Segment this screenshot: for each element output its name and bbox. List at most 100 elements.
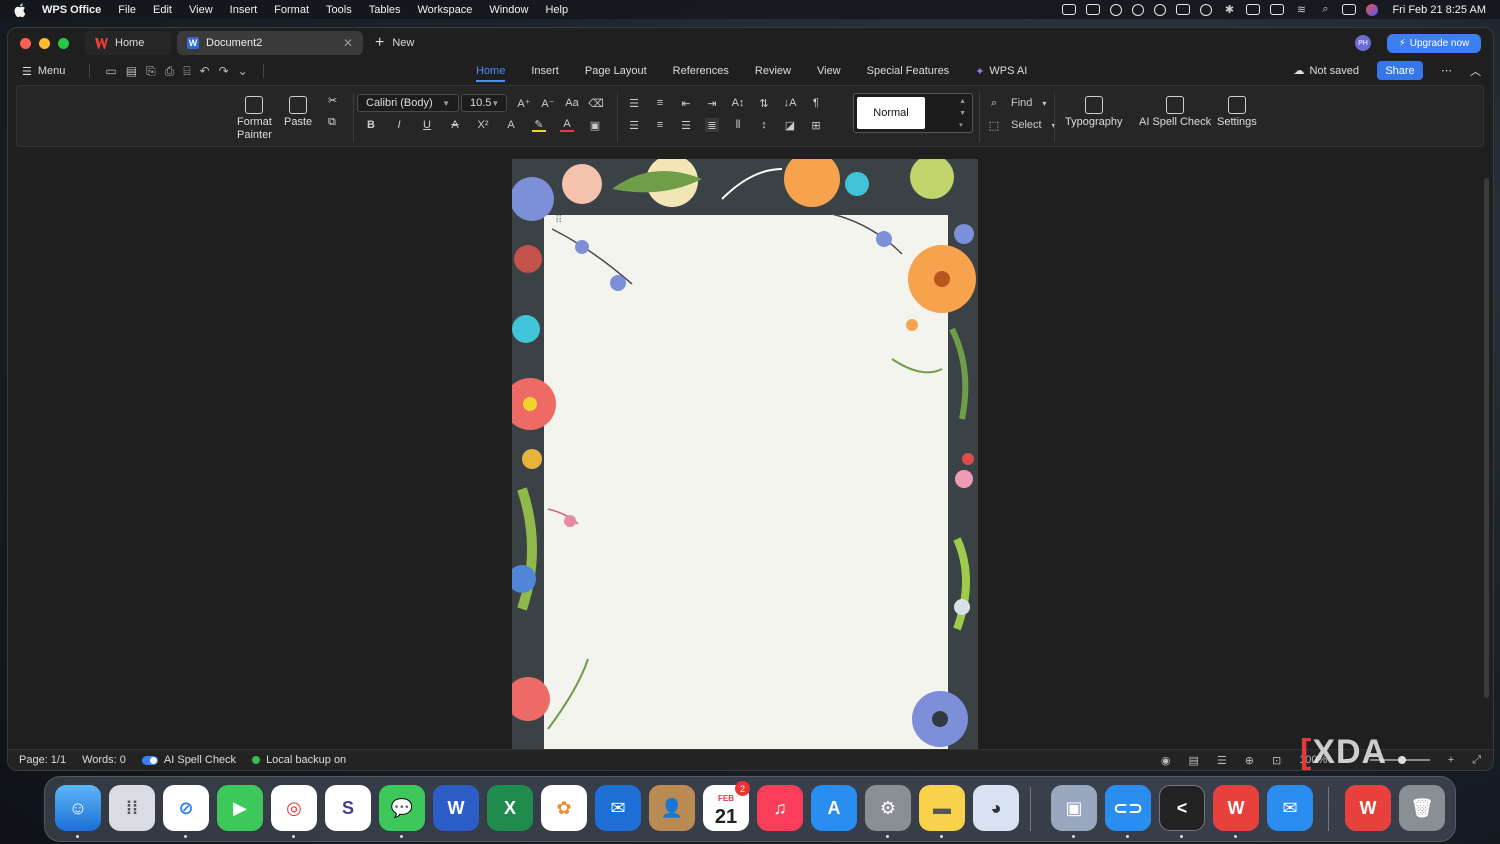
align-left-icon[interactable]: ☰ — [627, 118, 641, 132]
menu-window[interactable]: Window — [489, 4, 528, 16]
sync-status-icon[interactable] — [1132, 3, 1145, 16]
customize-chevron-icon[interactable]: ⌄ — [238, 64, 248, 78]
distribute-icon[interactable]: ⫴ — [731, 118, 745, 132]
share-button[interactable]: Share — [1377, 61, 1423, 80]
align-right-icon[interactable]: ☰ — [679, 118, 693, 132]
bullets-icon[interactable]: ☰ — [627, 96, 641, 110]
facetime-icon[interactable]: ▶ — [217, 785, 263, 831]
notes-icon[interactable]: ▬ — [919, 785, 965, 831]
scrivener-icon[interactable]: S — [325, 785, 371, 831]
code-editor-icon[interactable]: < — [1159, 785, 1205, 831]
settings-button[interactable]: Settings — [1217, 96, 1257, 129]
new-tab-button[interactable]: + New — [375, 35, 414, 51]
text-effects-icon[interactable]: A — [504, 118, 518, 132]
strikethrough-icon[interactable]: A — [448, 118, 462, 132]
line-spacing-icon[interactable]: ↕ — [757, 118, 771, 132]
creative-cloud-icon[interactable] — [1110, 3, 1123, 16]
justify-icon[interactable]: ≣ — [705, 118, 719, 132]
redo-icon[interactable]: ↷ — [219, 64, 229, 78]
shading-icon[interactable]: ◪ — [783, 118, 797, 132]
tab-review[interactable]: Review — [755, 65, 791, 77]
grow-font-icon[interactable]: A⁺ — [517, 96, 531, 110]
borders-icon[interactable]: ⊞ — [809, 118, 823, 132]
menu-workspace[interactable]: Workspace — [418, 4, 473, 16]
pill-app-icon[interactable]: ⊂⊃ — [1105, 785, 1151, 831]
thunderbird-icon[interactable]: ✉ — [595, 785, 641, 831]
numbering-icon[interactable]: ≡ — [653, 96, 667, 110]
export-icon[interactable]: ⎘ — [146, 64, 156, 79]
character-border-icon[interactable]: ▣ — [588, 118, 602, 132]
messages-icon[interactable]: 💬 — [379, 785, 425, 831]
wps-status-icon[interactable] — [1062, 4, 1077, 15]
menubar-clock[interactable]: Fri Feb 21 8:25 AM — [1392, 4, 1486, 16]
tab-insert[interactable]: Insert — [531, 65, 559, 77]
apple-icon[interactable] — [14, 3, 26, 17]
menu-app-name[interactable]: WPS Office — [42, 4, 101, 16]
menu-insert[interactable]: Insert — [230, 4, 258, 16]
sort-az-icon[interactable]: ↓A — [783, 96, 797, 110]
bluetooth-icon[interactable]: ✱ — [1222, 3, 1236, 17]
show-marks-icon[interactable]: ¶ — [809, 96, 823, 110]
control-center-icon[interactable] — [1342, 4, 1357, 15]
save-status[interactable]: ☁ Not saved — [1293, 64, 1359, 78]
menu-view[interactable]: View — [189, 4, 213, 16]
microsoft-excel-icon[interactable]: X — [487, 785, 533, 831]
italic-icon[interactable]: I — [392, 118, 406, 132]
underline-icon[interactable]: U — [420, 118, 434, 132]
word-count[interactable]: Words: 0 — [82, 754, 126, 766]
photos-icon[interactable]: ✿ — [541, 785, 587, 831]
tab-home-ribbon[interactable]: Home — [476, 65, 506, 82]
menu-file[interactable]: File — [118, 4, 136, 16]
align-center-icon[interactable]: ≡ — [653, 118, 667, 132]
fullscreen-icon[interactable]: ⤢ — [1472, 754, 1481, 767]
preview-icon[interactable]: ▣ — [1051, 785, 1097, 831]
grammarly-icon[interactable] — [1154, 3, 1167, 16]
print-icon[interactable]: ⎙ — [165, 64, 175, 79]
tab-references[interactable]: References — [673, 65, 729, 77]
chrome-icon[interactable]: ◎ — [271, 785, 317, 831]
launchpad-icon[interactable]: ⁞⁞ — [109, 785, 155, 831]
battery-icon[interactable] — [1270, 4, 1285, 15]
avatar[interactable]: PH — [1355, 35, 1371, 51]
style-gallery[interactable]: Normal ▲ ▼ ▾ — [853, 93, 973, 133]
collapse-ribbon-icon[interactable]: ︿ — [1470, 63, 1481, 79]
search-icon[interactable]: ⌕ — [1318, 3, 1332, 17]
mascot-app-icon[interactable]: ◕ — [973, 785, 1019, 831]
menu-tables[interactable]: Tables — [369, 4, 401, 16]
tab-home[interactable]: Home — [85, 31, 171, 55]
wps-office-icon[interactable]: W — [1213, 785, 1259, 831]
microsoft-word-icon[interactable]: W — [433, 785, 479, 831]
mail-icon[interactable]: ✉ — [1267, 785, 1313, 831]
menu-edit[interactable]: Edit — [153, 4, 172, 16]
fit-page-icon[interactable]: ⊡ — [1272, 754, 1281, 767]
close-window-button[interactable] — [20, 37, 31, 49]
music-icon[interactable]: ♫ — [757, 785, 803, 831]
close-tab-icon[interactable]: ✕ — [343, 36, 353, 50]
contacts-icon[interactable]: 👤 — [649, 785, 695, 831]
more-options-icon[interactable]: ⋯ — [1441, 64, 1452, 77]
upgrade-button[interactable]: ⚡ Upgrade now — [1387, 33, 1481, 53]
tab-page-layout[interactable]: Page Layout — [585, 65, 647, 77]
menu-format[interactable]: Format — [274, 4, 309, 16]
pill-status-icon[interactable] — [1176, 4, 1191, 15]
font-name-select[interactable]: Calibri (Body) ▼ — [357, 94, 459, 112]
menu-tools[interactable]: Tools — [326, 4, 352, 16]
safari-icon[interactable]: ⊘ — [163, 785, 209, 831]
sort-icon[interactable]: ⇅ — [757, 96, 771, 110]
wifi-icon[interactable]: ≋ — [1294, 3, 1308, 17]
format-painter-button[interactable]: Format Painter — [237, 96, 272, 142]
text-direction-icon[interactable]: A↕ — [731, 96, 745, 110]
shrink-font-icon[interactable]: A⁻ — [541, 96, 555, 110]
typography-button[interactable]: Typography — [1065, 96, 1122, 129]
change-case-icon[interactable]: Aa — [565, 96, 579, 110]
system-settings-icon[interactable]: ⚙ — [865, 785, 911, 831]
web-view-icon[interactable]: ⊕ — [1245, 754, 1254, 767]
tab-view[interactable]: View — [817, 65, 841, 77]
vpn-icon[interactable] — [1200, 3, 1213, 16]
style-scroll-arrows[interactable]: ▲ ▼ ▾ — [959, 96, 966, 132]
document-page[interactable]: ⠿ — [512, 159, 978, 751]
highlight-icon[interactable]: ✎ — [532, 118, 546, 132]
save-icon[interactable]: ▤ — [126, 64, 137, 78]
menu-button[interactable]: ☰ Menu — [22, 65, 65, 78]
outline-view-icon[interactable]: ☰ — [1217, 754, 1227, 767]
